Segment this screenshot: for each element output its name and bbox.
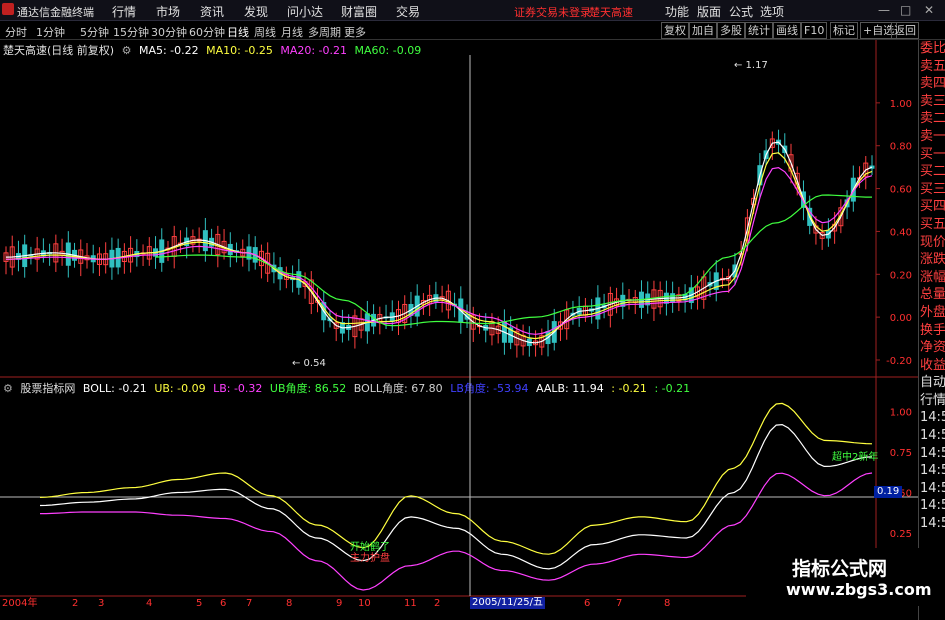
side-panel-item: 外盘 xyxy=(920,304,945,320)
side-panel-item[interactable]: 自动 xyxy=(919,374,945,392)
side-panel-item: 14:50 xyxy=(920,463,945,479)
date-tick-label: 8 xyxy=(664,598,670,609)
price-tick-label: 0.20 xyxy=(890,270,912,281)
price-tick-label: 0.40 xyxy=(890,227,912,238)
price-tick-label: 0.00 xyxy=(890,313,912,324)
price-tick-label: -0.20 xyxy=(886,356,912,367)
price-tick-label: 0.60 xyxy=(890,185,912,196)
annotation-new: 超中2新年 xyxy=(832,450,878,463)
sub-tick-label: 1.00 xyxy=(890,407,912,418)
high-label: ← 1.17 xyxy=(734,60,768,71)
date-tick-label: 2004年 xyxy=(2,596,37,609)
sub-tick-label: 0.25 xyxy=(890,529,912,540)
date-tick-label: 7 xyxy=(616,598,622,609)
side-panel-item: 14:50 xyxy=(920,498,945,514)
side-panel-item: 卖四 xyxy=(920,76,945,92)
side-panel-item: 买一 xyxy=(920,146,945,162)
main-chart: ← 1.17 ← 0.54 xyxy=(3,60,875,369)
date-tick-label: 6 xyxy=(584,598,590,609)
close-icon[interactable]: ✕ xyxy=(924,3,934,17)
date-tick-label: 10 xyxy=(358,598,371,609)
side-panel-item: 净资 xyxy=(920,340,945,356)
watermark-line1: 指标公式网 xyxy=(792,558,888,580)
price-tick-label: 0.80 xyxy=(890,142,912,153)
date-tick-label: 5 xyxy=(196,598,202,609)
date-tick-label: 2 xyxy=(434,598,440,609)
side-panel-item: 涨幅 xyxy=(920,269,945,285)
side-panel-item: 换手 xyxy=(920,322,945,338)
side-panel-item: 买四 xyxy=(920,199,945,215)
cursor-date: 2005/11/25/五 xyxy=(470,597,546,609)
side-panel-item: 买三 xyxy=(920,181,945,197)
side-panel-item[interactable]: 行情 xyxy=(919,392,945,410)
date-tick-label: 4 xyxy=(146,598,152,609)
side-panel-item: 涨跌 xyxy=(920,252,945,268)
date-tick-label: 9 xyxy=(336,598,342,609)
price-tick-label: 1.00 xyxy=(890,99,912,110)
side-panel-item: 卖二 xyxy=(920,111,945,127)
watermark-line2: www.zbgs3.com xyxy=(786,580,932,599)
series-ma10 xyxy=(5,152,873,340)
side-panel-item: 买二 xyxy=(920,164,945,180)
cursor-value: 0.19 xyxy=(874,486,903,498)
axes: 1.000.800.600.400.200.00-0.201.000.750.5… xyxy=(2,99,912,609)
side-panel-item: 买五 xyxy=(920,216,945,232)
side-panel-item: 14:50 xyxy=(920,410,945,426)
side-panel-item: 现价 xyxy=(920,234,945,250)
date-tick-label: 6 xyxy=(220,598,226,609)
sub-tick-label: 0.75 xyxy=(890,448,912,459)
chart-area[interactable]: ← 1.17 ← 0.54 开始鹤了主力护盘 超中2新年 1.00 0.80 0.60 0… xyxy=(0,0,918,609)
annotation-support: 主力护盘 xyxy=(350,551,390,564)
date-tick-label: 8 xyxy=(286,598,292,609)
low-label: ← 0.54 xyxy=(292,358,326,369)
side-panel-item: 总量 xyxy=(920,287,945,303)
annotation-start: 开始鹤了 xyxy=(350,540,390,553)
side-panel-item: 卖三 xyxy=(920,93,945,109)
side-panel-item: 14:50 xyxy=(920,480,945,496)
series-ma5 xyxy=(5,141,873,344)
watermark: 指标公式网 www.zbgs3.com xyxy=(746,548,932,606)
side-panel-item: 14:50 xyxy=(920,428,945,444)
date-tick-label: 2 xyxy=(72,598,78,609)
side-panel-item: 委比 xyxy=(920,41,945,56)
quote-side-panel: 委比卖五卖四 卖三卖二 卖一买一买二 买三买四 买五现价涨跌 涨幅总量 外盘换手净资 收益 自动… xyxy=(918,40,945,620)
date-tick-label: 3 xyxy=(98,598,104,609)
side-panel-item: 卖一 xyxy=(920,128,945,144)
side-panel-item: 收益 xyxy=(920,357,945,373)
side-panel-item: 14:50 xyxy=(920,516,945,532)
side-panel-item: 14:50 xyxy=(920,445,945,461)
date-tick-label: 7 xyxy=(246,598,252,609)
side-panel-item: 卖五 xyxy=(920,58,945,74)
date-tick-label: 11 xyxy=(404,598,417,609)
